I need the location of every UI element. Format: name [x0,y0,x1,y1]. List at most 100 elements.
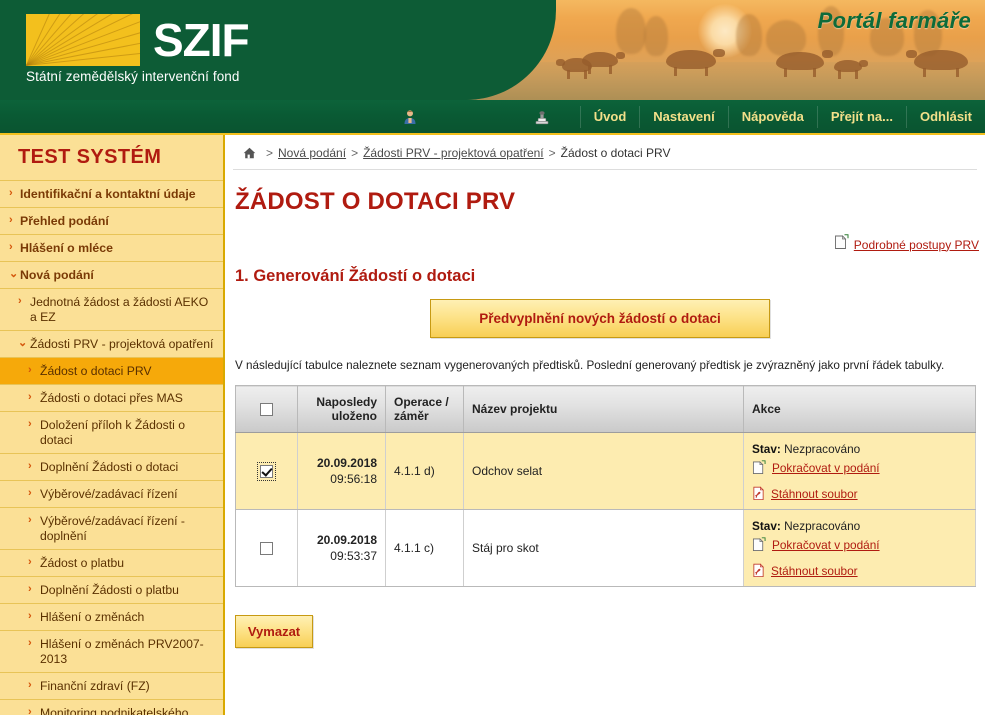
sidebar-item-0[interactable]: › Identifikační a kontaktní údaje [0,181,223,208]
row-select-cell [235,432,298,510]
sidebar-item-4[interactable]: › Jednotná žádost a žádosti AEKO a EZ [0,289,223,331]
document-icon [752,537,766,552]
nav-link-odhlasit[interactable]: Odhlásit [907,100,985,133]
site-header: Portál farmáře SZIF Státní zemědělský in… [0,0,985,100]
th-operation: Operace / záměr [385,385,464,433]
breadcrumb: > Nová podání > Žádosti PRV - projektová… [233,135,977,170]
chevron-right-icon: › [28,583,32,595]
chevron-right-icon: › [28,610,32,622]
delete-button[interactable]: Vymazat [235,615,313,648]
row-actions-cell: Stav: Nezpracováno Pokračovat v podání Stá… [743,509,976,587]
tree-decoration [766,20,806,56]
sidebar-item-5[interactable]: ⌄ Žádosti PRV - projektová opatření [0,331,223,358]
prefill-new-applications-button[interactable]: Předvyplnění nových žádostí o dotaci [430,299,770,338]
continue-submission-link[interactable]: Pokračovat v podání [772,461,880,475]
row-time: 09:53:37 [330,549,377,563]
breadcrumb-separator: > [351,146,359,160]
sidebar-item-13[interactable]: › Doplnění Žádosti o platbu [0,577,223,604]
sidebar-item-1[interactable]: › Přehled podání [0,208,223,235]
home-icon[interactable] [243,147,256,159]
th-select-all [235,385,298,433]
sidebar-item-label: Doplnění Žádosti o platbu [40,582,179,597]
chevron-right-icon: › [28,418,32,430]
sidebar-item-15[interactable]: › Hlášení o změnách PRV2007-2013 [0,631,223,673]
download-file-link[interactable]: Stáhnout soubor [771,487,858,501]
table-body: 20.09.2018 09:56:18 4.1.1 d) Odchov selat St… [235,432,976,587]
detailed-procedures-link[interactable]: Podrobné postupy PRV [854,238,979,252]
farmer-user-icon[interactable] [402,109,418,125]
sidebar-item-10[interactable]: › Výběrové/zadávací řízení [0,481,223,508]
szif-logo-mark [26,14,140,66]
stamp-icon[interactable] [534,109,550,125]
row-operation: 4.1.1 d) [385,432,464,510]
row-date: 20.09.2018 [316,456,377,470]
sidebar-item-17[interactable]: › Monitoring podnikatelského plánu/projek… [0,700,223,716]
row-select-checkbox[interactable] [260,542,273,556]
chevron-right-icon: › [28,514,32,526]
tree-decoration [644,16,668,56]
chevron-right-icon: › [28,556,32,568]
breadcrumb-separator: > [548,146,556,160]
sidebar-item-label: Hlášení o změnách [40,609,145,624]
nav-link-napoveda[interactable]: Nápověda [729,100,817,133]
breadcrumb-item-zadosti-prv[interactable]: Žádosti PRV - projektová opatření [363,146,544,160]
sidebar-item-label: Výběrové/zadávací řízení - doplnění [40,513,185,543]
sidebar-item-2[interactable]: › Hlášení o mléce [0,235,223,262]
sidebar-item-label: Výběrové/zadávací řízení [40,486,178,501]
sidebar-item-12[interactable]: › Žádost o platbu [0,550,223,577]
nav-link-nastaveni[interactable]: Nastavení [640,100,727,133]
nav-link-prejit-na[interactable]: Přejít na... [818,100,906,133]
sidebar-item-6[interactable]: › Žádost o dotaci PRV [0,358,223,385]
sidebar-item-8[interactable]: › Doložení příloh k Žádosti o dotaci [0,412,223,454]
chevron-right-icon: › [18,295,22,307]
nav-link-uvod[interactable]: Úvod [581,100,640,133]
breadcrumb-item-current: Žádost o dotaci PRV [560,146,671,160]
select-all-checkbox[interactable] [260,403,273,417]
section-heading-generating: 1. Generování Žádostí o dotaci [235,267,476,285]
sidebar-item-3[interactable]: ⌄ Nová podání [0,262,223,289]
sidebar-item-16[interactable]: › Finanční zdraví (FZ) [0,673,223,700]
chevron-right-icon: › [28,391,32,403]
chevron-right-icon: › [28,637,32,649]
sidebar-item-label: Monitoring podnikatelského plánu/projekt… [40,705,189,716]
sidebar: TEST SYSTÉM › Identifikační a kontaktní ú… [0,135,225,715]
chevron-right-icon: › [9,214,13,226]
row-select-cell [235,509,298,587]
table-intro-text: V následující tabulce naleznete seznam v… [235,359,945,372]
row-status-label: Stav: [752,519,781,533]
chevron-down-icon: ⌄ [18,337,28,349]
logo-subtitle: Státní zemědělský intervenční fond [26,69,240,84]
sidebar-item-label: Žádost o dotaci PRV [40,363,152,378]
row-continue-action: Pokračovat v podání [752,537,967,552]
pdf-icon [752,486,765,501]
sidebar-item-label: Doložení příloh k Žádosti o dotaci [40,417,185,447]
download-file-link[interactable]: Stáhnout soubor [771,564,858,578]
continue-submission-link[interactable]: Pokračovat v podání [772,538,880,552]
chevron-right-icon: › [28,364,32,376]
chevron-right-icon: › [28,460,32,472]
sidebar-item-label: Finanční zdraví (FZ) [40,678,150,693]
sidebar-item-label: Identifikační a kontaktní údaje [20,186,196,201]
sidebar-item-label: Hlášení o mléce [20,240,113,255]
row-continue-action: Pokračovat v podání [752,460,967,475]
sidebar-item-11[interactable]: › Výběrové/zadávací řízení - doplnění [0,508,223,550]
sidebar-item-label: Nová podání [20,267,94,282]
cow-silhouette [776,50,833,77]
page-title: ŽÁDOST O DOTACI PRV [235,188,516,215]
th-actions: Akce [743,385,976,433]
breadcrumb-item-nova-podani[interactable]: Nová podání [278,146,346,160]
row-status: Stav: Nezpracováno [752,442,967,456]
chevron-right-icon: › [28,706,32,715]
site-logo[interactable]: SZIF Státní zemědělský intervenční fond [26,14,250,84]
applications-table: Naposledy uloženo Operace / záměr Název … [235,385,976,587]
row-select-checkbox[interactable] [257,462,276,482]
tree-decoration [616,8,646,54]
row-actions-cell: Stav: Nezpracováno Pokračovat v podání Stá… [743,432,976,510]
sidebar-item-label: Hlášení o změnách PRV2007-2013 [40,636,204,666]
sidebar-item-7[interactable]: › Žádosti o dotaci přes MAS [0,385,223,412]
chevron-right-icon: › [28,487,32,499]
chevron-right-icon: › [28,679,32,691]
sidebar-item-9[interactable]: › Doplnění Žádosti o dotaci [0,454,223,481]
sidebar-item-14[interactable]: › Hlášení o změnách [0,604,223,631]
body-wrapper: TEST SYSTÉM › Identifikační a kontaktní ú… [0,135,985,715]
